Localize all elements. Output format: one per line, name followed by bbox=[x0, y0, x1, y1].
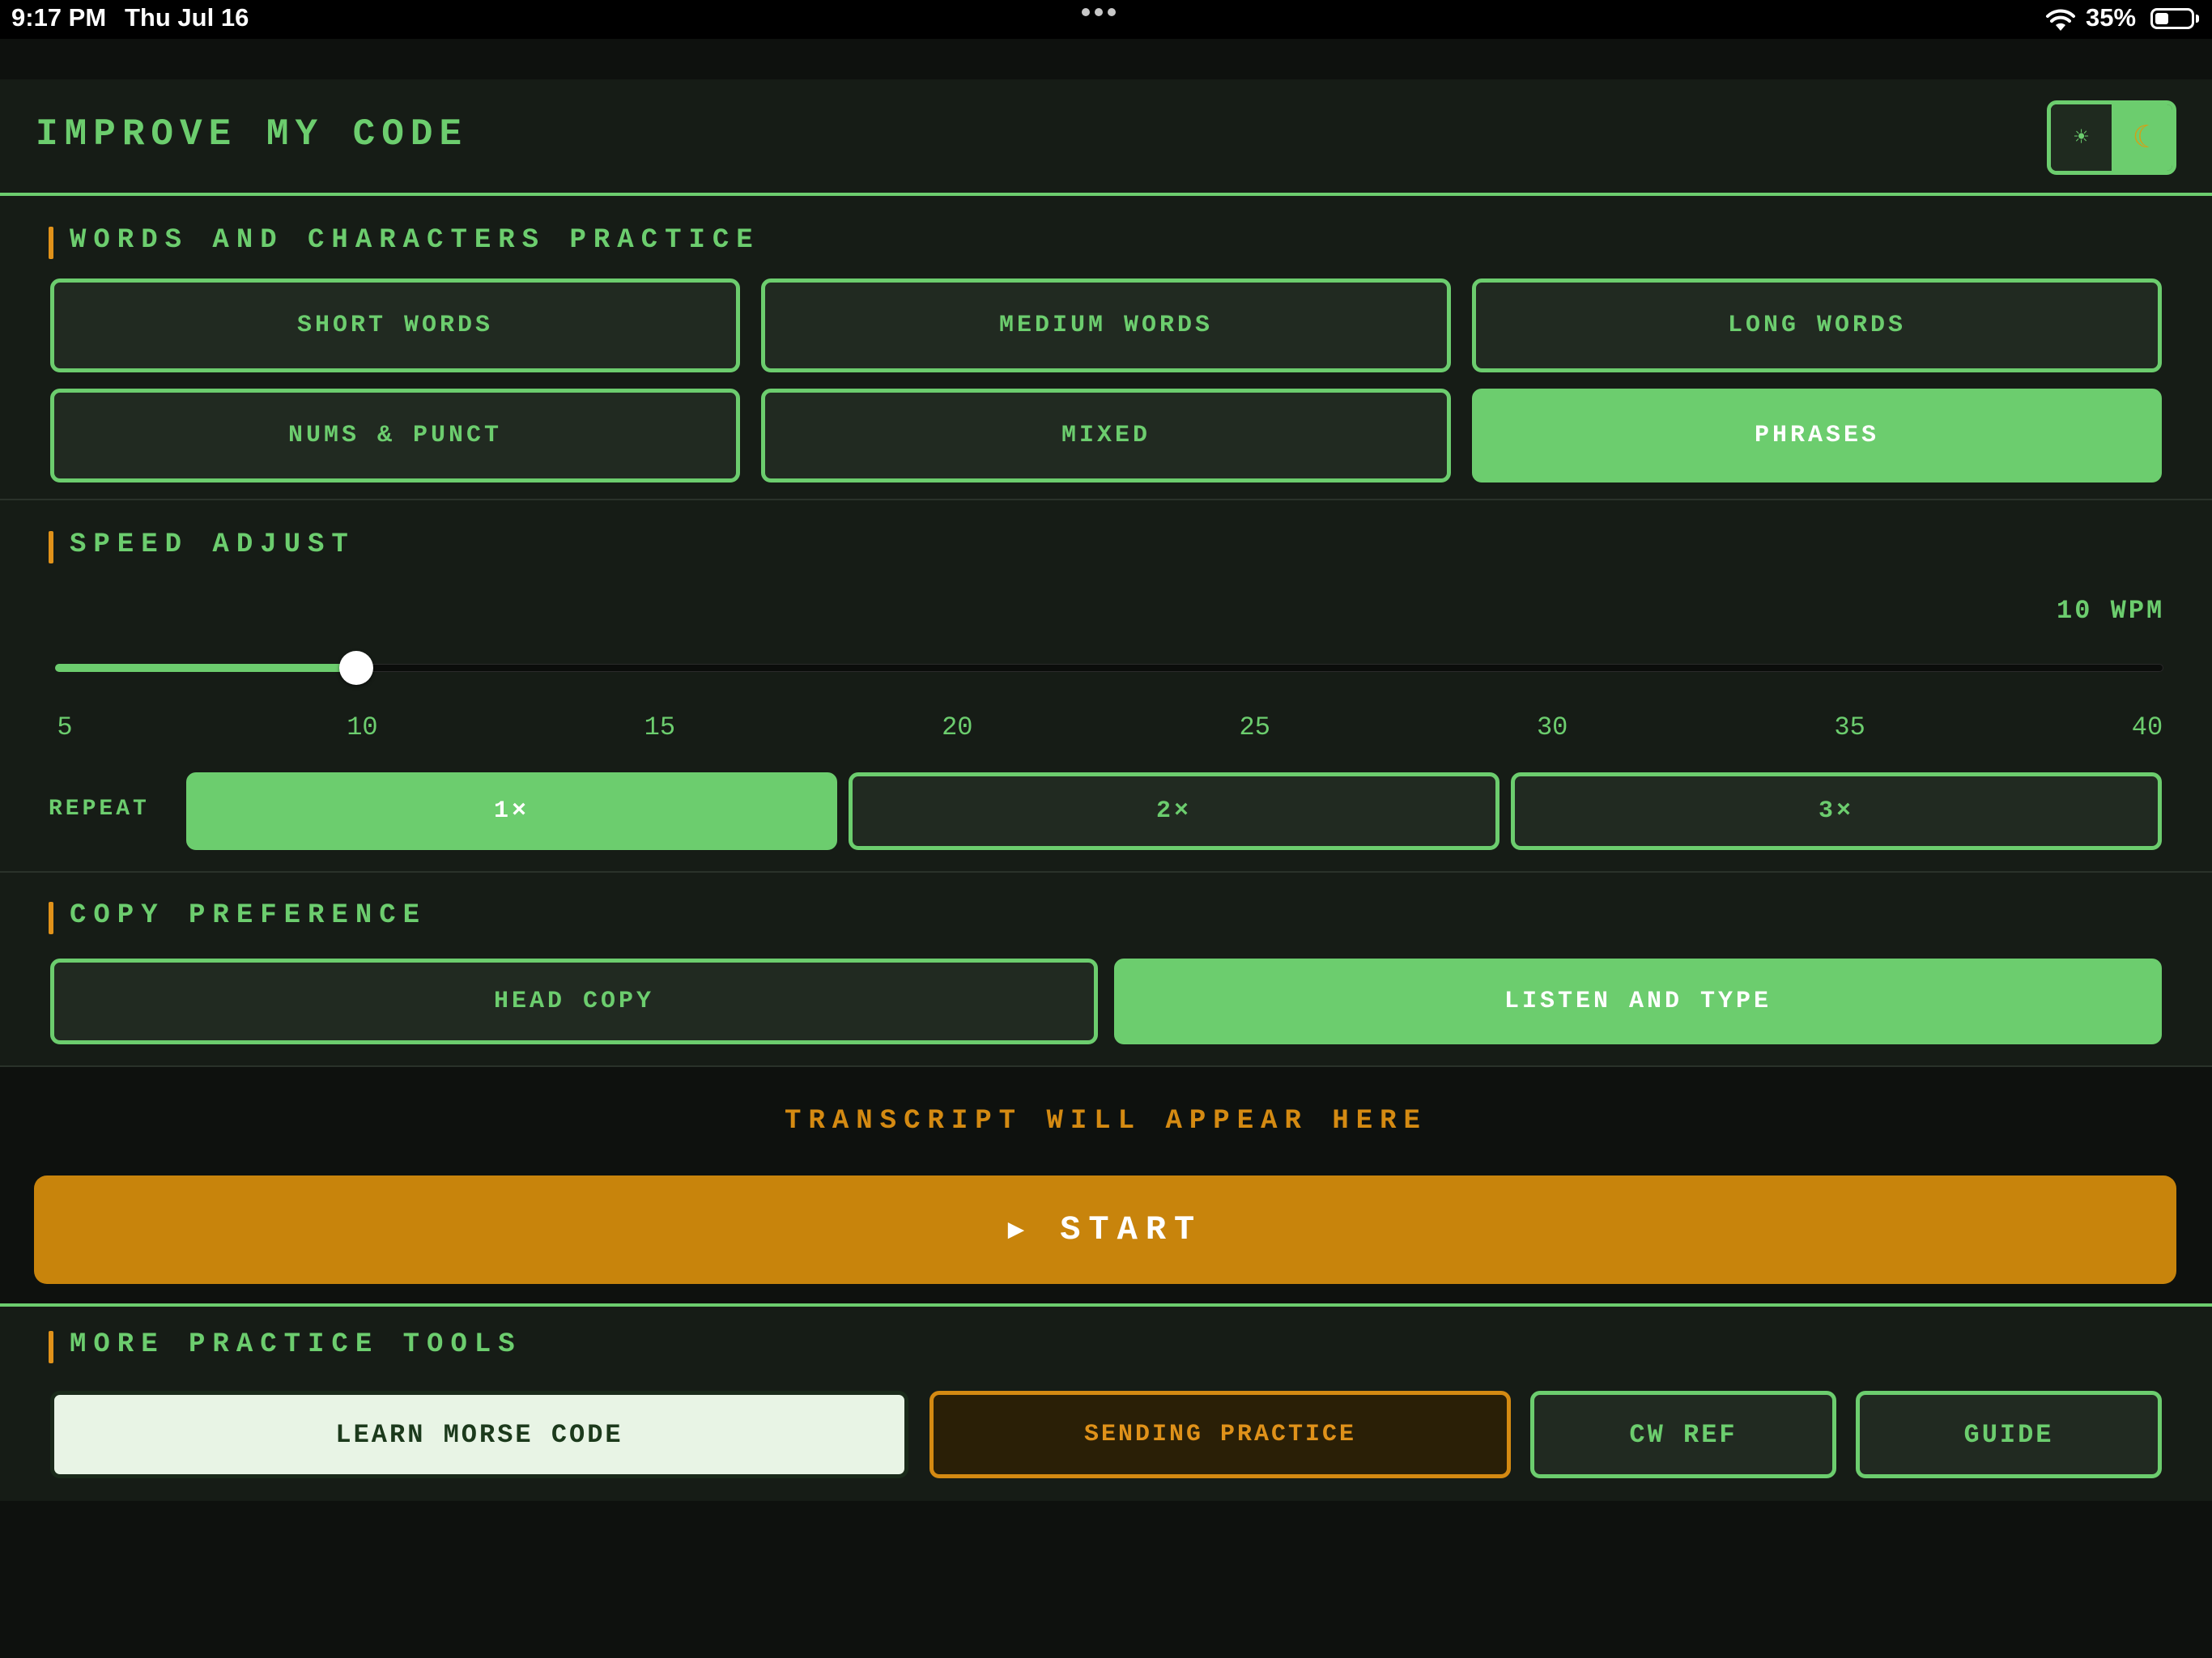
short-words-button[interactable]: SHORT WORDS bbox=[50, 278, 740, 372]
repeat-3x-button[interactable]: 3× bbox=[1511, 772, 2162, 850]
speed-tick: 10 bbox=[347, 712, 378, 742]
speed-tick: 5 bbox=[57, 712, 73, 742]
speed-tick: 20 bbox=[942, 712, 973, 742]
sending-practice-button[interactable]: SENDING PRACTICE bbox=[929, 1391, 1511, 1478]
transcript-area: TRANSCRIPT WILL APPEAR HERE ▶ START bbox=[0, 1067, 2212, 1307]
battery-icon bbox=[2150, 8, 2194, 29]
sun-icon[interactable]: ☀ bbox=[2051, 104, 2112, 171]
app-title: IMPROVE MY CODE bbox=[36, 113, 469, 155]
play-icon: ▶ bbox=[1007, 1216, 1033, 1247]
repeat-label: REPEAT bbox=[49, 797, 150, 822]
guide-button[interactable]: GUIDE bbox=[1856, 1391, 2162, 1478]
practice-section: WORDS AND CHARACTERS PRACTICE SHORT WORD… bbox=[0, 196, 2212, 499]
start-label: START bbox=[1060, 1210, 1203, 1249]
speed-tick: 15 bbox=[644, 712, 676, 742]
speed-section-title: SPEED ADJUST bbox=[49, 529, 355, 563]
speed-tick: 40 bbox=[2131, 712, 2163, 742]
battery-percent: 35% bbox=[2086, 3, 2137, 32]
speed-tick: 35 bbox=[1834, 712, 1865, 742]
practice-section-title: WORDS AND CHARACTERS PRACTICE bbox=[49, 225, 760, 259]
medium-words-button[interactable]: MEDIUM WORDS bbox=[761, 278, 1451, 372]
status-bar: 9:17 PM Thu Jul 16 35% bbox=[0, 0, 2212, 39]
nums-punct-button[interactable]: NUMS & PUNCT bbox=[50, 389, 740, 483]
copy-section: COPY PREFERENCE HEAD COPY LISTEN AND TYP… bbox=[0, 873, 2212, 1065]
repeat-1x-button[interactable]: 1× bbox=[186, 772, 837, 850]
phrases-button[interactable]: PHRASES bbox=[1472, 389, 2162, 483]
long-words-button[interactable]: LONG WORDS bbox=[1472, 278, 2162, 372]
status-time: 9:17 PM bbox=[11, 3, 107, 32]
wpm-readout: 10 WPM bbox=[2057, 596, 2165, 626]
multitasking-dots-icon[interactable] bbox=[1082, 8, 1116, 16]
listen-and-type-button[interactable]: LISTEN AND TYPE bbox=[1114, 959, 2162, 1044]
copy-section-title: COPY PREFERENCE bbox=[49, 900, 427, 934]
learn-morse-code-button[interactable]: LEARN MORSE CODE bbox=[50, 1391, 908, 1478]
theme-toggle[interactable]: ☀ ☾ bbox=[2047, 100, 2176, 175]
battery-tip bbox=[2196, 15, 2199, 23]
transcript-placeholder: TRANSCRIPT WILL APPEAR HERE bbox=[785, 1106, 1427, 1137]
mixed-button[interactable]: MIXED bbox=[761, 389, 1451, 483]
moon-icon[interactable]: ☾ bbox=[2112, 104, 2172, 171]
head-copy-button[interactable]: HEAD COPY bbox=[50, 959, 1098, 1044]
wifi-icon bbox=[2046, 9, 2075, 31]
tools-section-title: MORE PRACTICE TOOLS bbox=[49, 1329, 522, 1363]
speed-tick: 25 bbox=[1239, 712, 1270, 742]
start-button[interactable]: ▶ START bbox=[34, 1175, 2176, 1284]
status-date: Thu Jul 16 bbox=[125, 3, 249, 32]
app-header: IMPROVE MY CODE ☀ ☾ bbox=[0, 79, 2212, 196]
tools-section: MORE PRACTICE TOOLS LEARN MORSE CODE SEN… bbox=[0, 1307, 2212, 1501]
speed-slider[interactable] bbox=[55, 651, 2163, 685]
cw-ref-button[interactable]: CW REF bbox=[1530, 1391, 1836, 1478]
speed-tick: 30 bbox=[1536, 712, 1568, 742]
speed-slider-fill bbox=[55, 664, 356, 672]
repeat-2x-button[interactable]: 2× bbox=[849, 772, 1499, 850]
speed-slider-thumb[interactable] bbox=[339, 651, 373, 685]
